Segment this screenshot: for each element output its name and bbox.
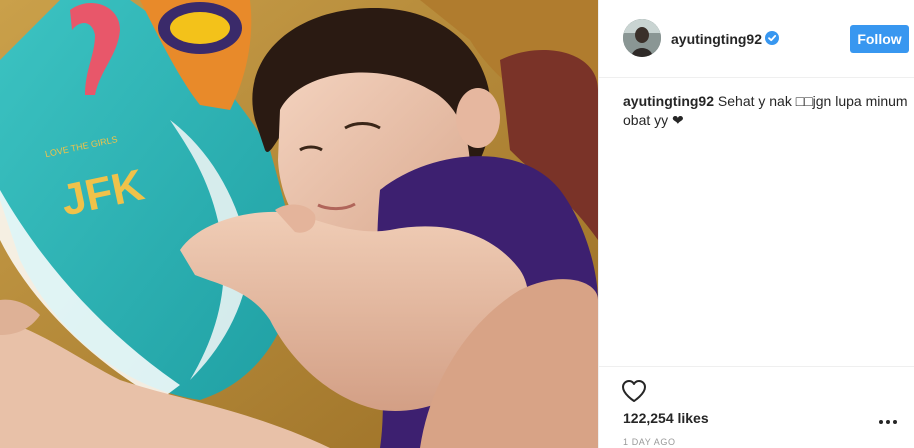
photo-illustration: JFK LOVE THE GIRLS [0, 0, 598, 448]
child-ear [456, 88, 500, 148]
verified-badge-icon [765, 31, 779, 45]
post-header: ayutingting92 Follow [599, 0, 914, 78]
post-timestamp[interactable]: 1 DAY AGO [623, 437, 676, 447]
post-caption: ayutingting92 Sehat y nak □□jgn lupa min… [623, 92, 913, 130]
avatar[interactable] [623, 19, 661, 57]
avatar-image [623, 19, 661, 57]
snack-logo-inner [170, 12, 230, 44]
post-photo[interactable]: JFK LOVE THE GIRLS [0, 0, 598, 448]
more-options-icon[interactable] [879, 419, 897, 425]
heart-outline-icon[interactable] [621, 379, 647, 403]
post-actions: 122,254 likes 1 DAY AGO [599, 366, 914, 448]
instagram-post: JFK LOVE THE GIRLS ayutingting92 Follow … [0, 0, 914, 448]
likes-count[interactable]: 122,254 likes [623, 410, 709, 426]
caption-username-link[interactable]: ayutingting92 [623, 93, 714, 109]
post-details-panel: ayutingting92 Follow ayutingting92 Sehat… [598, 0, 914, 448]
follow-button[interactable]: Follow [850, 25, 909, 53]
username-link[interactable]: ayutingting92 [671, 31, 762, 47]
